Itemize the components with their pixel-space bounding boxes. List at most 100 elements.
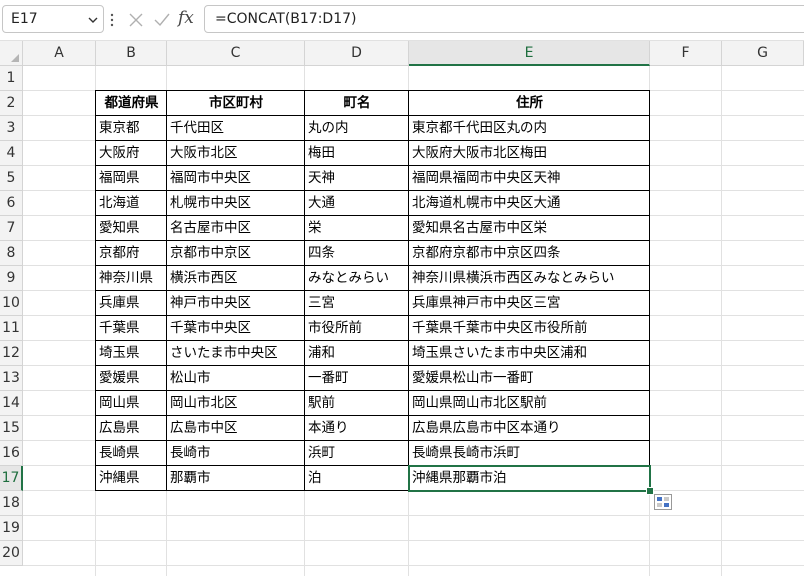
- table-border: [166, 415, 305, 441]
- row-header-19[interactable]: 19: [0, 516, 23, 541]
- table-border: [166, 215, 305, 241]
- table-border: [408, 190, 650, 216]
- table-border: [166, 265, 305, 291]
- select-all-button[interactable]: [0, 41, 23, 66]
- table-border: [304, 165, 409, 191]
- table-border: [304, 215, 409, 241]
- table-border: [95, 115, 167, 141]
- table-border: [166, 440, 305, 466]
- table-border: [304, 415, 409, 441]
- table-border: [166, 240, 305, 266]
- table-border: [95, 465, 167, 491]
- row-header-15[interactable]: 15: [0, 416, 23, 441]
- row-header-17[interactable]: 17: [0, 466, 23, 491]
- table-border: [408, 465, 650, 491]
- table-border: [95, 415, 167, 441]
- check-icon[interactable]: [153, 12, 171, 28]
- column-header-a[interactable]: A: [23, 41, 96, 66]
- row-header-5[interactable]: 5: [0, 166, 23, 191]
- column-header-b[interactable]: B: [96, 41, 167, 66]
- table-border: [304, 315, 409, 341]
- table-border: [95, 140, 167, 166]
- table-border: [304, 115, 409, 141]
- table-border: [408, 165, 650, 191]
- row-header-11[interactable]: 11: [0, 316, 23, 341]
- table-border: [408, 140, 650, 166]
- table-border: [95, 240, 167, 266]
- table-border: [304, 90, 409, 116]
- table-border: [304, 365, 409, 391]
- column-header-c[interactable]: C: [167, 41, 305, 66]
- table-border: [304, 290, 409, 316]
- table-border: [408, 365, 650, 391]
- quick-analysis-icon[interactable]: [654, 494, 672, 510]
- row-header-14[interactable]: 14: [0, 391, 23, 416]
- table-border: [408, 240, 650, 266]
- column-header-d[interactable]: D: [305, 41, 409, 66]
- table-border: [95, 290, 167, 316]
- formula-bar: E17 fx =CONCAT(B17:D17): [0, 0, 804, 41]
- table-border: [408, 215, 650, 241]
- row-header-16[interactable]: 16: [0, 441, 23, 466]
- name-box-value: E17: [11, 11, 38, 27]
- table-border: [408, 340, 650, 366]
- row-header-4[interactable]: 4: [0, 141, 23, 166]
- table-border: [304, 240, 409, 266]
- table-border: [408, 390, 650, 416]
- row-header-1[interactable]: 1: [0, 66, 23, 91]
- row-header-10[interactable]: 10: [0, 291, 23, 316]
- table-border: [166, 340, 305, 366]
- row-header-3[interactable]: 3: [0, 116, 23, 141]
- name-box[interactable]: E17: [2, 5, 104, 33]
- table-border: [408, 415, 650, 441]
- close-icon[interactable]: [128, 12, 144, 28]
- table-border: [408, 90, 650, 116]
- table-border: [408, 115, 650, 141]
- row-header-9[interactable]: 9: [0, 266, 23, 291]
- table-border: [408, 315, 650, 341]
- table-border: [166, 190, 305, 216]
- table-border: [95, 165, 167, 191]
- column-header-e[interactable]: E: [409, 41, 650, 66]
- row-header-7[interactable]: 7: [0, 216, 23, 241]
- table-border: [304, 340, 409, 366]
- more-options-icon[interactable]: [109, 11, 115, 29]
- insert-function-button[interactable]: fx: [178, 8, 194, 28]
- table-border: [304, 465, 409, 491]
- row-header-2[interactable]: 2: [0, 91, 23, 116]
- row-header-18[interactable]: 18: [0, 491, 23, 516]
- table-border: [304, 265, 409, 291]
- table-border: [95, 365, 167, 391]
- row-header-13[interactable]: 13: [0, 366, 23, 391]
- row-header-12[interactable]: 12: [0, 341, 23, 366]
- row-header-8[interactable]: 8: [0, 241, 23, 266]
- table-border: [304, 440, 409, 466]
- table-border: [95, 315, 167, 341]
- table-border: [408, 290, 650, 316]
- table-border: [166, 465, 305, 491]
- table-border: [304, 190, 409, 216]
- column-header-f[interactable]: F: [650, 41, 722, 66]
- table-border: [166, 115, 305, 141]
- table-border: [304, 390, 409, 416]
- table-border: [95, 215, 167, 241]
- table-border: [95, 190, 167, 216]
- row-header-20[interactable]: 20: [0, 541, 23, 566]
- table-border: [166, 140, 305, 166]
- table-border: [166, 365, 305, 391]
- fill-handle[interactable]: [646, 487, 654, 495]
- row-header-6[interactable]: 6: [0, 191, 23, 216]
- formula-input[interactable]: =CONCAT(B17:D17): [204, 5, 804, 33]
- chevron-down-icon[interactable]: [87, 14, 99, 26]
- table-border: [166, 90, 305, 116]
- formula-text: =CONCAT(B17:D17): [215, 11, 357, 27]
- table-border: [95, 90, 167, 116]
- table-border: [95, 340, 167, 366]
- column-header-g[interactable]: G: [722, 41, 804, 66]
- table-border: [95, 390, 167, 416]
- table-border: [304, 140, 409, 166]
- table-border: [408, 265, 650, 291]
- table-border: [166, 165, 305, 191]
- table-border: [166, 290, 305, 316]
- table-border: [95, 265, 167, 291]
